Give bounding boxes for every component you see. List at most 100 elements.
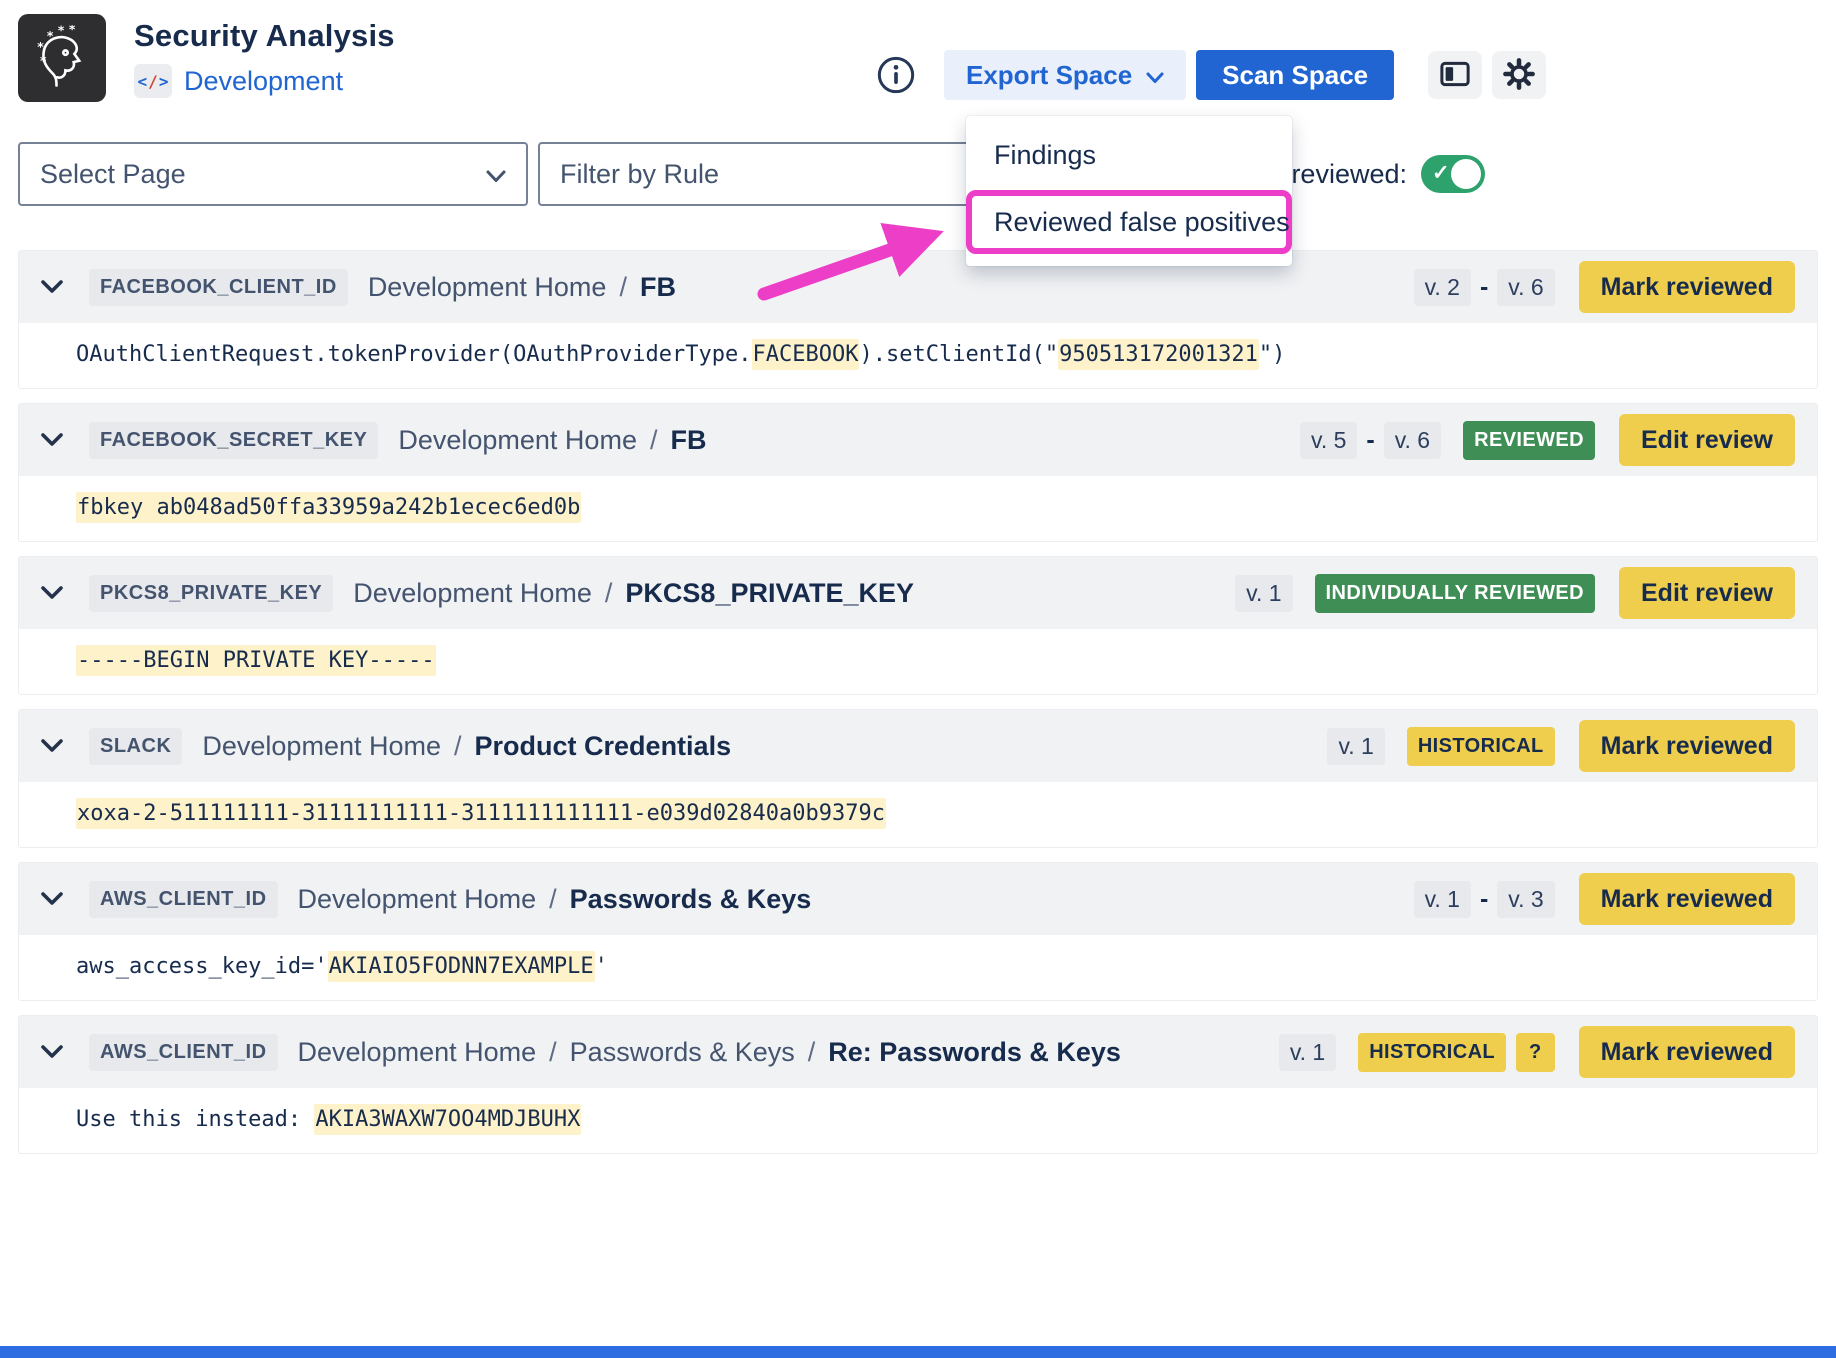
menu-item-reviewed-false-positives[interactable]: Reviewed false positives: [966, 190, 1292, 254]
space-link[interactable]: Development: [184, 66, 343, 97]
action-button[interactable]: Edit review: [1619, 414, 1795, 466]
breadcrumb-link[interactable]: Passwords & Keys: [570, 884, 812, 915]
breadcrumb-separator: /: [808, 1037, 816, 1068]
code-snippet: xoxa-2-511111111-31111111111-31111111111…: [76, 798, 886, 829]
version-badge: v. 6: [1497, 269, 1554, 306]
finding-code: fbkey ab048ad50ffa33959a242b1ecec6ed0b: [19, 476, 1817, 541]
finding-header: FACEBOOK_CLIENT_ID Development Home / FB v…: [19, 251, 1817, 323]
breadcrumb: Development Home / Passwords & Keys / Re: Pa…: [298, 1037, 1121, 1068]
expand-chevron-icon[interactable]: [41, 433, 63, 447]
version-range: v. 2-v. 6: [1414, 269, 1555, 306]
space-row: </> Development: [134, 64, 395, 98]
breadcrumb-link[interactable]: Development Home: [353, 578, 592, 609]
status-badges: REVIEWED: [1463, 421, 1595, 460]
rule-badge: FACEBOOK_CLIENT_ID: [89, 269, 348, 306]
breadcrumb-link[interactable]: Product Credentials: [475, 731, 732, 762]
breadcrumb-link[interactable]: Development Home: [298, 1037, 537, 1068]
secret-match: 950513172001321: [1058, 339, 1259, 370]
reviewed-toggle[interactable]: ✓: [1421, 155, 1485, 193]
svg-text:*: *: [40, 54, 47, 68]
version-badge: v. 2: [1414, 269, 1471, 306]
finding-card: FACEBOOK_SECRET_KEY Development Home/FB …: [18, 403, 1818, 542]
breadcrumb-separator: /: [619, 272, 627, 303]
code-snippet: aws_access_key_id='AKIAIO5FODNN7EXAMPLE': [76, 951, 608, 982]
secret-match: AKIAIO5FODNN7EXAMPLE: [328, 951, 595, 982]
code-text: Use this instead:: [76, 1107, 314, 1132]
scan-space-button[interactable]: Scan Space: [1196, 50, 1394, 100]
version-dash: -: [1480, 885, 1488, 914]
version-badge: v. 5: [1300, 422, 1357, 459]
expand-chevron-icon[interactable]: [41, 1045, 63, 1059]
reviewed-toggle-group: y reviewed: ✓: [1270, 155, 1485, 193]
breadcrumb-link[interactable]: Development Home: [202, 731, 441, 762]
status-badge: REVIEWED: [1463, 421, 1595, 460]
finding-header-right: v. 1 HISTORICAL Mark reviewed: [1327, 720, 1795, 772]
rule-badge: SLACK: [89, 728, 182, 765]
boards-view-button[interactable]: [1428, 51, 1482, 99]
version-badge: v. 3: [1497, 881, 1554, 918]
action-button[interactable]: Mark reviewed: [1579, 261, 1795, 313]
breadcrumb-link[interactable]: Development Home: [368, 272, 607, 303]
app-logo-icon: ** ** *: [18, 14, 106, 102]
status-badge: HISTORICAL: [1407, 727, 1555, 766]
breadcrumb-link[interactable]: Development Home: [298, 884, 537, 915]
boards-icon: [1440, 61, 1470, 90]
action-button[interactable]: Mark reviewed: [1579, 873, 1795, 925]
expand-chevron-icon[interactable]: [41, 892, 63, 906]
version-range: v. 1: [1327, 728, 1384, 765]
secret-match: -----BEGIN PRIVATE KEY-----: [76, 645, 436, 676]
breadcrumb: Development Home / FB: [368, 272, 676, 303]
expand-chevron-icon[interactable]: [41, 586, 63, 600]
version-range: v. 5-v. 6: [1300, 422, 1441, 459]
finding-card: SLACK Development Home/Product Credentia…: [18, 709, 1818, 848]
title-block: Security Analysis </> Development: [134, 14, 395, 118]
breadcrumb: Development Home/PKCS8_PRIVATE_KEY: [353, 578, 914, 609]
export-menu: Findings Reviewed false positives: [966, 116, 1292, 266]
code-text: "): [1259, 342, 1286, 367]
action-button[interactable]: Mark reviewed: [1579, 1026, 1795, 1078]
expand-chevron-icon[interactable]: [41, 280, 63, 294]
menu-item-findings[interactable]: Findings: [966, 126, 1292, 184]
finding-header: AWS_CLIENT_ID Development Home/Passwords…: [19, 863, 1817, 935]
code-snippet: -----BEGIN PRIVATE KEY-----: [76, 645, 436, 676]
breadcrumb-link[interactable]: FB: [670, 425, 706, 456]
expand-chevron-icon[interactable]: [41, 739, 63, 753]
settings-button[interactable]: [1492, 51, 1546, 99]
version-range: v. 1-v. 3: [1414, 881, 1555, 918]
chevron-down-icon: [486, 159, 506, 190]
help-badge[interactable]: ?: [1516, 1033, 1555, 1072]
status-badges: HISTORICAL?: [1358, 1033, 1554, 1072]
info-icon[interactable]: [876, 55, 916, 95]
select-page-dropdown[interactable]: Select Page: [18, 142, 528, 206]
action-button[interactable]: Mark reviewed: [1579, 720, 1795, 772]
breadcrumb-link[interactable]: Re: Passwords & Keys: [828, 1037, 1121, 1068]
version-badge: v. 1: [1279, 1034, 1336, 1071]
code-snippet: fbkey ab048ad50ffa33959a242b1ecec6ed0b: [76, 492, 581, 523]
rule-badge: FACEBOOK_SECRET_KEY: [89, 422, 378, 459]
finding-card: AWS_CLIENT_ID Development Home / Passwords…: [18, 1015, 1818, 1154]
action-button[interactable]: Edit review: [1619, 567, 1795, 619]
finding-header: FACEBOOK_SECRET_KEY Development Home/FB …: [19, 404, 1817, 476]
version-badge: v. 6: [1384, 422, 1441, 459]
finding-card: AWS_CLIENT_ID Development Home/Passwords…: [18, 862, 1818, 1001]
page: ** ** * Security Analysis </> Developmen…: [0, 0, 1836, 1358]
breadcrumb-link[interactable]: Development Home: [398, 425, 637, 456]
version-badge: v. 1: [1235, 575, 1292, 612]
export-space-label: Export Space: [966, 60, 1132, 91]
code-text: ': [595, 954, 608, 979]
export-space-button[interactable]: Export Space: [944, 50, 1186, 100]
rule-badge: PKCS8_PRIVATE_KEY: [89, 575, 333, 612]
breadcrumb-separator: /: [549, 884, 557, 915]
finding-header-right: v. 1 HISTORICAL? Mark reviewed: [1279, 1026, 1795, 1078]
breadcrumb-link[interactable]: PKCS8_PRIVATE_KEY: [625, 578, 914, 609]
check-icon: ✓: [1432, 161, 1450, 186]
breadcrumb-link[interactable]: FB: [640, 272, 676, 303]
findings-list: FACEBOOK_CLIENT_ID Development Home / FB v…: [18, 250, 1818, 1154]
breadcrumb-separator: /: [549, 1037, 557, 1068]
code-text: ).setClientId(": [859, 342, 1058, 367]
breadcrumb-link[interactable]: Passwords & Keys: [570, 1037, 795, 1068]
version-range: v. 1: [1235, 575, 1292, 612]
page-title: Security Analysis: [134, 18, 395, 54]
rule-badge: AWS_CLIENT_ID: [89, 1034, 278, 1071]
finding-code: aws_access_key_id='AKIAIO5FODNN7EXAMPLE': [19, 935, 1817, 1000]
